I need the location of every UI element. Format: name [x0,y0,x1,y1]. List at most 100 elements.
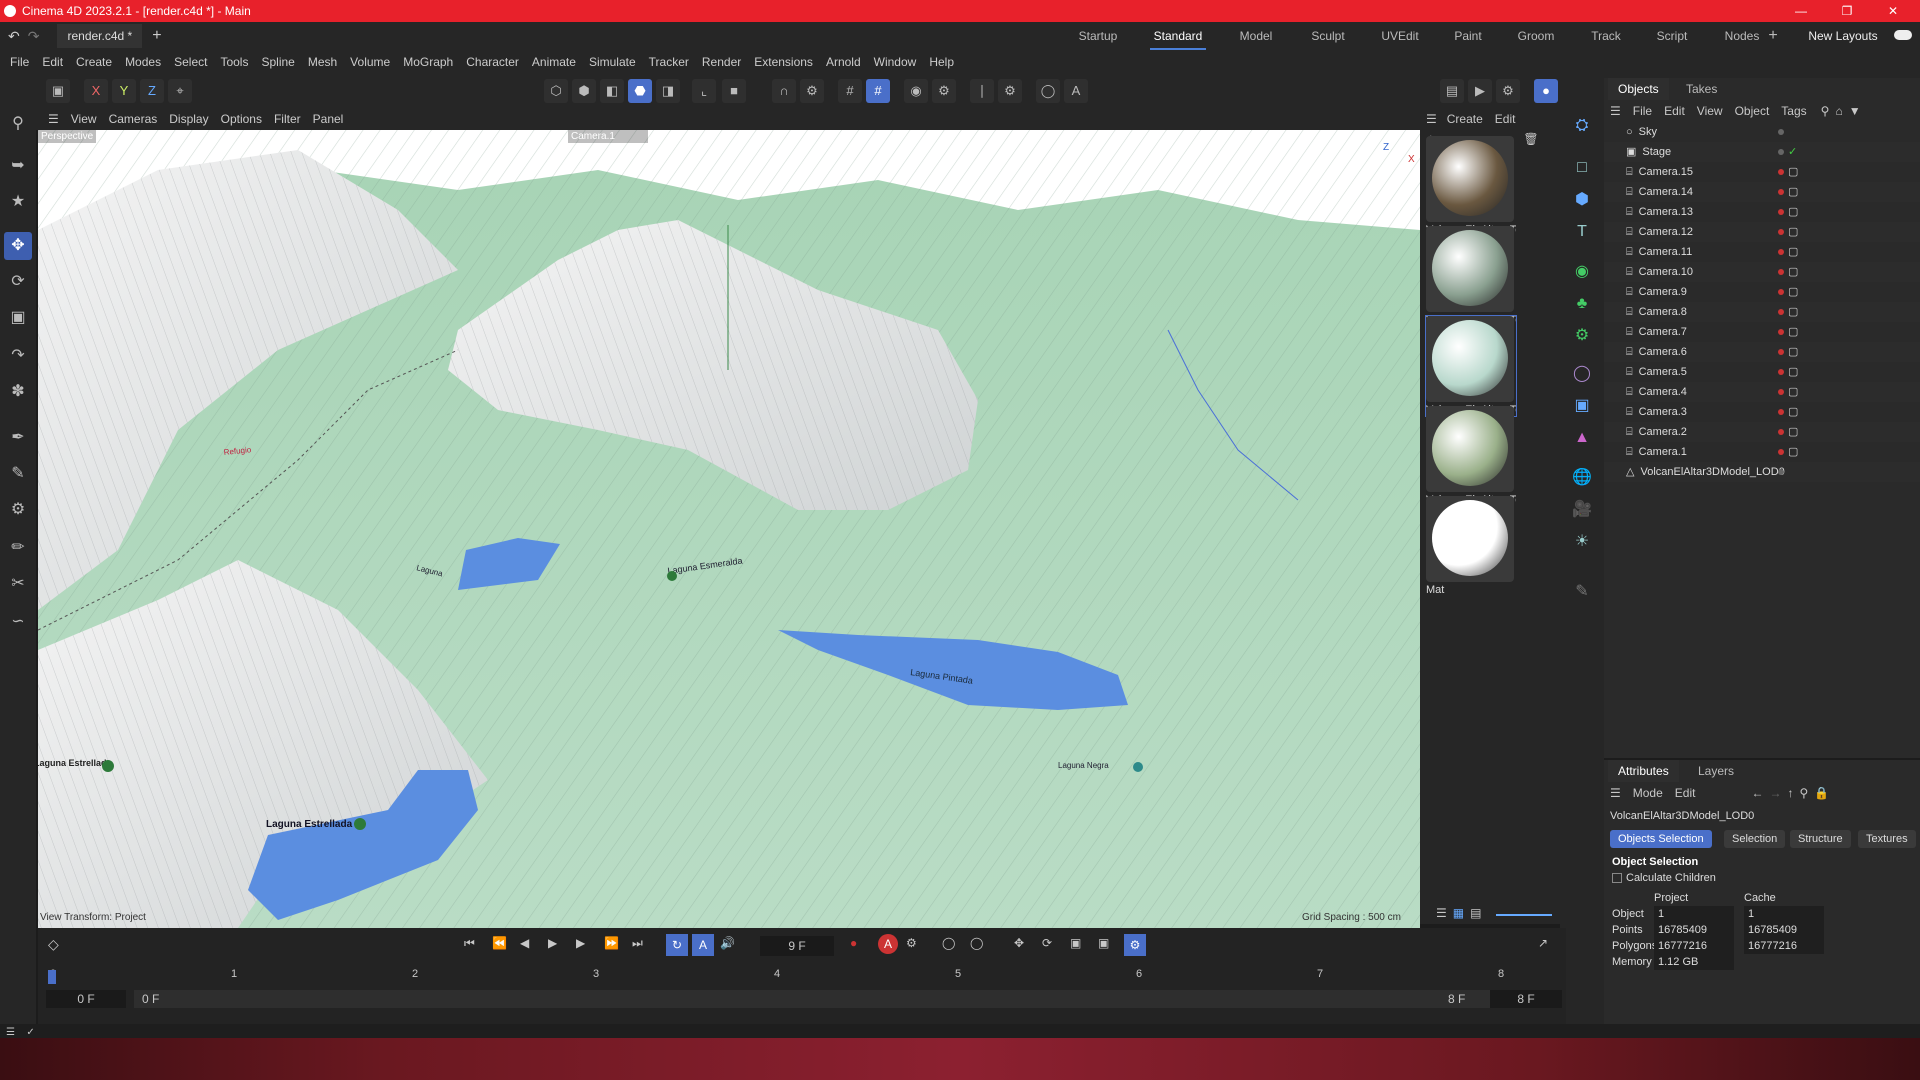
material-item[interactable]: Volcan_El_Altar_Te [1426,406,1516,506]
select-icon[interactable]: ➥ [4,152,32,180]
visibility-dot[interactable] [1778,349,1784,355]
subtab-objects-selection[interactable]: Objects Selection [1610,830,1712,848]
attributes-menu-edit[interactable]: Edit [1675,786,1696,800]
menu-help[interactable]: Help [929,55,954,69]
menu-mograph[interactable]: MoGraph [403,55,453,69]
autokey-icon[interactable]: A [878,934,898,954]
object-row[interactable]: ⌸ Camera.14 ▢ [1604,182,1920,202]
keyframe-icon[interactable]: ◇ [48,936,59,953]
object-row[interactable]: ⌸ Camera.9 ▢ [1604,282,1920,302]
solo-icon[interactable]: ■ [722,79,746,103]
undo-icon[interactable]: ↶ [8,28,20,45]
model-mode-icon[interactable]: ▣ [46,79,70,103]
status-menu-icon[interactable]: ☰ [6,1027,15,1038]
menu-window[interactable]: Window [874,55,917,69]
objects-menu-tags[interactable]: Tags [1781,104,1806,118]
list-view-icon[interactable]: ☰ [1436,906,1447,920]
menu-create[interactable]: Create [76,55,112,69]
viewport-menu-display[interactable]: Display [169,112,208,126]
menu-select[interactable]: Select [174,55,207,69]
menu-volume[interactable]: Volume [350,55,390,69]
start-frame-field[interactable]: 0 F [46,990,126,1008]
timeline-graph-icon[interactable]: ↗ [1538,936,1548,950]
objects-menu-file[interactable]: File [1633,104,1652,118]
edit-icon[interactable]: ✎ [1568,578,1596,606]
live-selection-icon[interactable]: ★ [4,188,32,216]
axis-tool-icon[interactable]: ✽ [4,378,32,406]
next-frame-icon[interactable]: ▶ [576,936,585,950]
object-row[interactable]: ⌸ Camera.12 ▢ [1604,222,1920,242]
render-picture-viewer-icon[interactable]: ▶ [1468,79,1492,103]
material-menu-create[interactable]: Create [1447,112,1483,126]
material-item[interactable]: Volcan_El_Altar_Te [1426,136,1516,236]
object-row[interactable]: ⌸ Camera.1 ▢ [1604,442,1920,462]
new-layouts-label[interactable]: New Layouts [1808,22,1878,50]
viewport-menu-options[interactable]: Options [221,112,262,126]
camera-icon[interactable]: 🎥 [1568,496,1596,524]
back-icon[interactable]: ← [1751,786,1763,800]
visibility-dot[interactable] [1778,129,1784,135]
camera-label[interactable]: Camera.1 [568,130,648,143]
prev-frame-icon[interactable]: ◀ [520,936,529,950]
key-rotation-icon[interactable]: ◯ [970,936,983,950]
object-row[interactable]: ⌸ Camera.6 ▢ [1604,342,1920,362]
object-row[interactable]: ⌸ Camera.8 ▢ [1604,302,1920,322]
loop-icon[interactable]: ↻ [666,934,688,956]
objects-menu-object[interactable]: Object [1735,104,1770,118]
key-move-icon[interactable]: ✥ [1014,936,1024,950]
snap-magnet-icon[interactable]: ∩ [772,79,796,103]
key-param-icon[interactable]: ▣ [1098,936,1109,950]
object-mode-icon[interactable]: ⬣ [628,79,652,103]
end-frame-field[interactable]: 8 F [1490,990,1562,1008]
objects-menu-edit[interactable]: Edit [1664,104,1685,118]
viewport-menu-filter[interactable]: Filter [274,112,301,126]
cube-outline-icon[interactable]: □ [1568,154,1596,182]
key-pla-icon[interactable]: ⚙ [1124,934,1146,956]
camera-tag-icon[interactable]: ▢ [1788,182,1798,202]
camera-tag-icon[interactable]: ▢ [1788,242,1798,262]
home-icon[interactable]: ⌂ [1835,104,1842,118]
menu-edit[interactable]: Edit [42,55,63,69]
new-tab-icon[interactable]: + [152,27,161,45]
environment-icon[interactable]: 🌐 [1568,464,1596,492]
key-settings-icon[interactable]: ⚙ [906,936,917,950]
symmetry-icon[interactable]: ∣ [970,79,994,103]
timeline-ruler[interactable]: 012345678 [38,964,1566,986]
edges-mode-icon[interactable]: ⬢ [572,79,596,103]
camera-tag-icon[interactable]: ▢ [1788,322,1798,342]
layout-tab-script[interactable]: Script [1644,22,1700,50]
calculate-children-checkbox[interactable] [1612,873,1622,883]
visibility-dot[interactable] [1778,169,1784,175]
auto-keyframe-mode-icon[interactable]: A [692,934,714,956]
viewport-menu-cameras[interactable]: Cameras [109,112,158,126]
trash-icon[interactable]: 🗑 [1523,132,1538,150]
layout-tab-groom[interactable]: Groom [1508,22,1564,50]
key-rotate-icon[interactable]: ⟳ [1042,936,1052,950]
search-icon[interactable]: ⚲ [1799,786,1808,800]
camera-view-icon[interactable]: ⛭ [1568,112,1596,140]
visibility-dot[interactable] [1778,469,1784,475]
arnold-icon[interactable]: A [1064,79,1088,103]
prev-key-icon[interactable]: ⏪ [492,936,507,950]
object-row[interactable]: ⌸ Camera.11 ▢ [1604,242,1920,262]
redo-icon[interactable]: ↷ [28,28,40,45]
menu-animate[interactable]: Animate [532,55,576,69]
search-icon[interactable]: ⚲ [1821,104,1830,118]
up-icon[interactable]: ↑ [1787,786,1793,800]
key-position-icon[interactable]: ◯ [942,936,955,950]
light-icon[interactable]: ☀ [1568,528,1596,556]
menu-modes[interactable]: Modes [125,55,161,69]
cube-icon[interactable]: ⬢ [1568,186,1596,214]
current-frame-field[interactable]: 9 F [760,936,834,956]
object-row[interactable]: ○ Sky [1604,122,1920,142]
axis-y-button[interactable]: Y [112,79,136,103]
range-slider[interactable] [134,990,1524,1008]
grid-view-icon[interactable]: ▦ [1453,906,1464,920]
axis-mode-icon[interactable]: ⌞ [692,79,716,103]
visibility-dot[interactable] [1778,389,1784,395]
next-key-icon[interactable]: ⏩ [604,936,619,950]
render-region-icon[interactable]: ◉ [904,79,928,103]
visibility-dot[interactable] [1778,249,1784,255]
camera-tag-icon[interactable]: ▢ [1788,202,1798,222]
visibility-dot[interactable] [1778,149,1784,155]
